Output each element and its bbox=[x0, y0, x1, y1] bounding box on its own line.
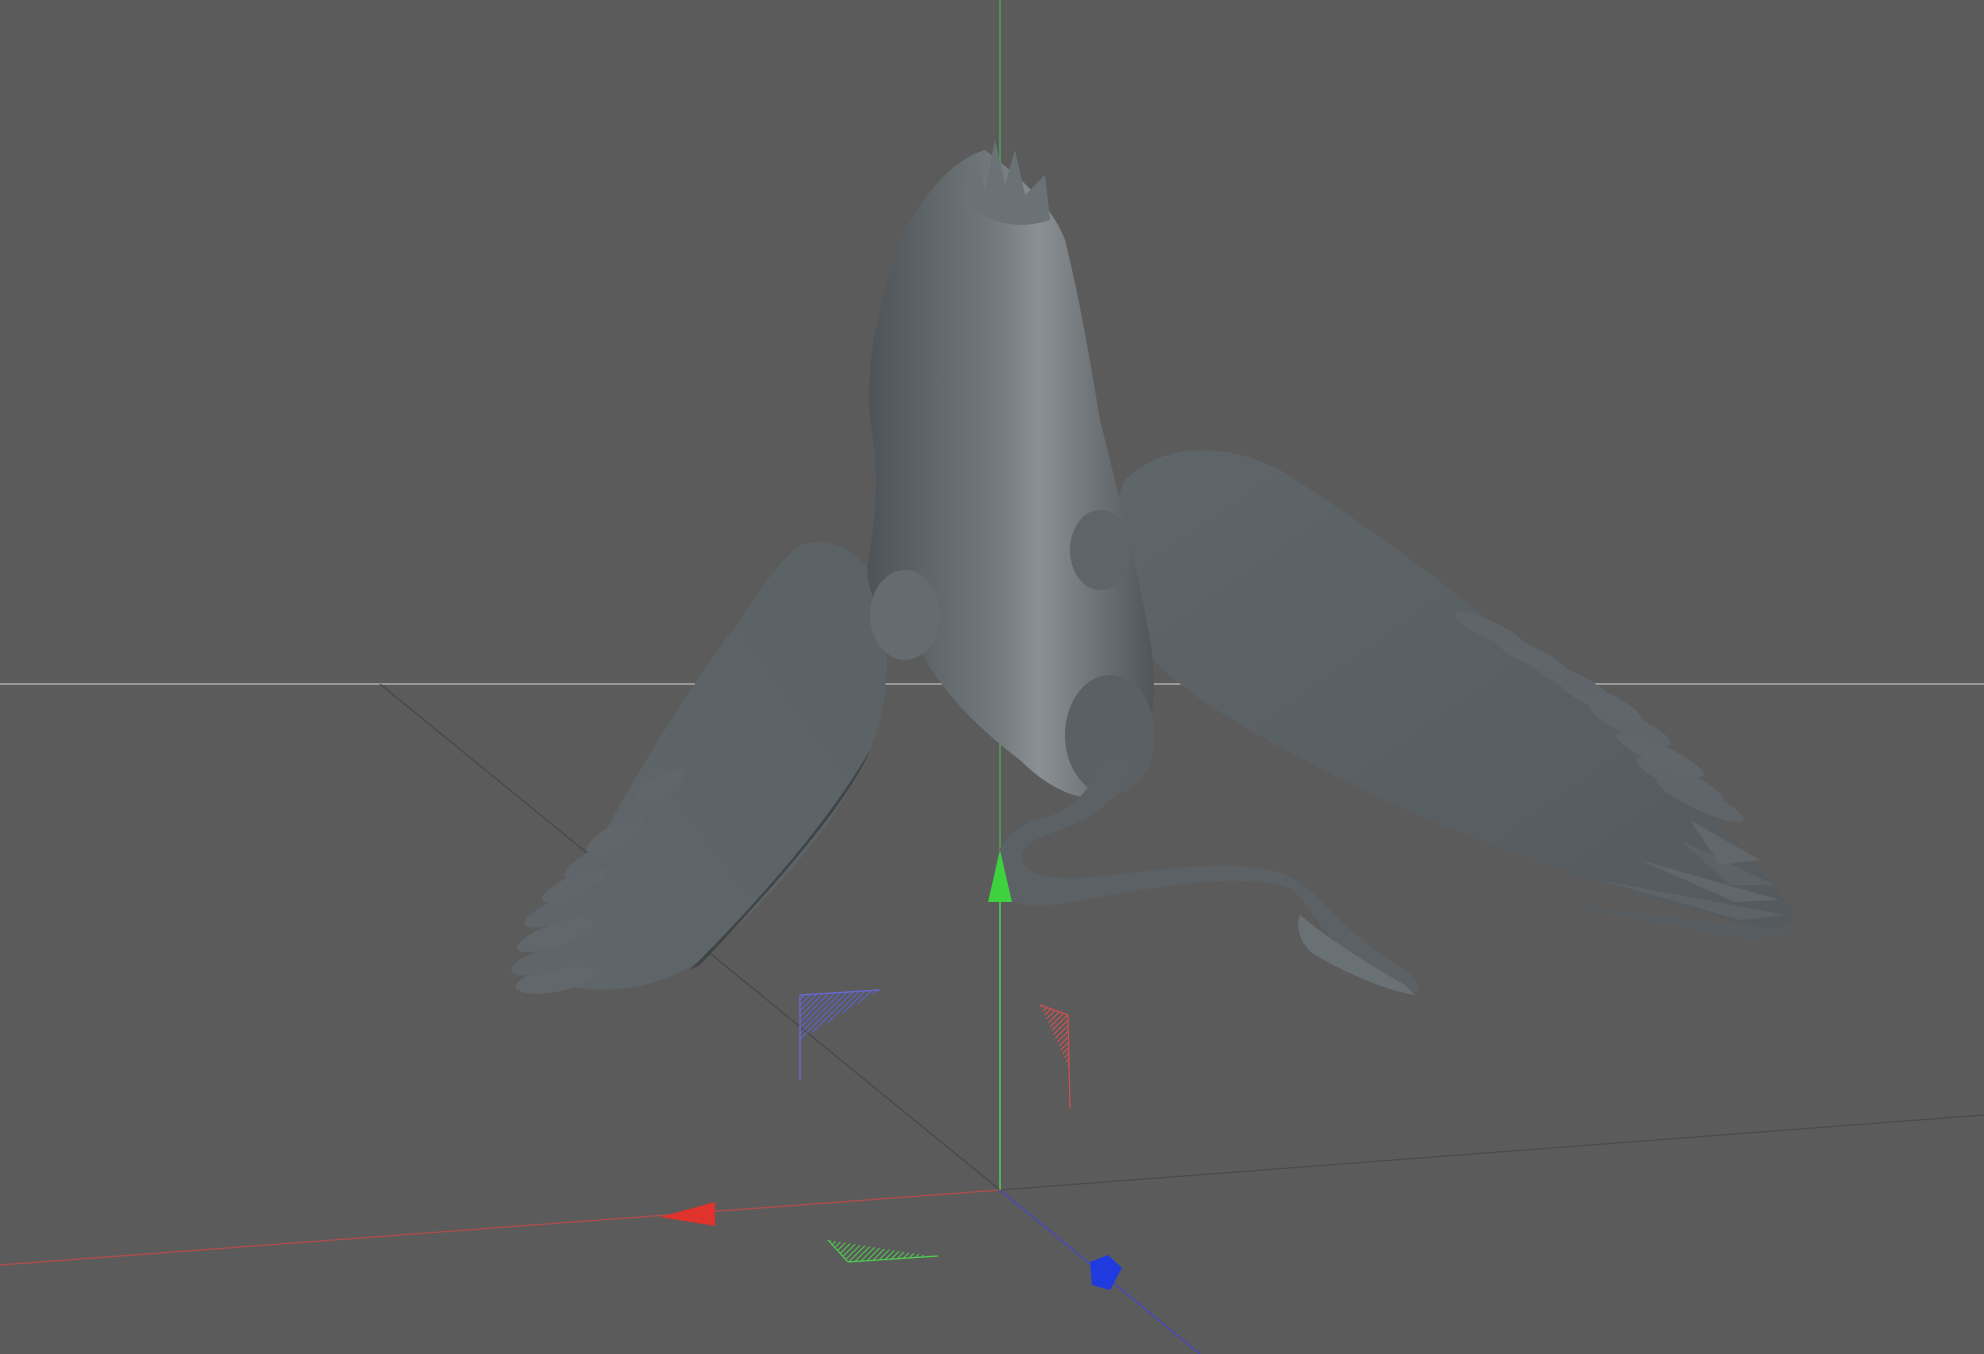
world-x-axis-neg-line bbox=[999, 1114, 1984, 1191]
swan-left-wing[interactable] bbox=[508, 542, 887, 999]
3d-viewport[interactable] bbox=[0, 0, 1984, 1354]
z-axis-arrow-icon[interactable] bbox=[1090, 1255, 1122, 1290]
viewport-canvas[interactable] bbox=[0, 0, 1984, 1354]
yz-plane-handle-icon[interactable] bbox=[1039, 1004, 1071, 1109]
x-axis-arrow-icon[interactable] bbox=[660, 1202, 715, 1226]
xy-plane-handle-icon[interactable] bbox=[799, 989, 881, 1080]
xz-plane-handle-icon[interactable] bbox=[827, 1239, 939, 1263]
swan-neck-head[interactable] bbox=[994, 760, 1420, 995]
swan-body[interactable] bbox=[867, 140, 1155, 799]
